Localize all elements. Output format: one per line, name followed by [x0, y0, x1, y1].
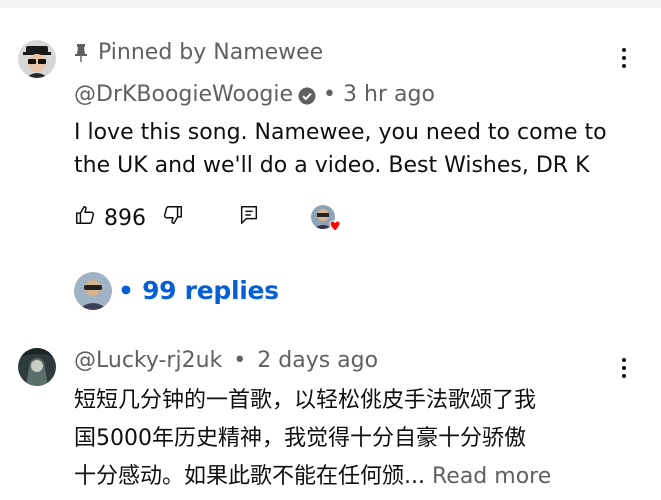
commenter-avatar[interactable]: [18, 348, 56, 386]
like-count: 896: [104, 205, 146, 231]
separator-dot: •: [233, 348, 247, 373]
comment-time: 3 hr ago: [343, 82, 435, 107]
view-replies-button[interactable]: • 99 replies: [118, 276, 279, 305]
comment-author[interactable]: @Lucky-rj2uk: [74, 348, 222, 373]
separator-dot: •: [323, 82, 337, 107]
commenter-avatar[interactable]: [18, 40, 56, 78]
top-divider: [0, 0, 661, 8]
replier-avatar: [74, 272, 112, 310]
creator-heart-icon: [310, 204, 344, 232]
comment-text-line: 国5000年历史精神，我觉得十分自豪十分骄傲: [74, 426, 526, 451]
comment-author-row: @DrKBoogieWoogie • 3 hr ago: [74, 82, 435, 107]
comment-actions: 896: [74, 204, 344, 232]
comment-text-fragment: 十分感动。如果此歌不能在任何颁...: [74, 464, 425, 489]
more-vert-icon[interactable]: [621, 358, 627, 380]
read-more-link[interactable]: Read more: [432, 464, 551, 489]
comment-text-line: I love this song. Namewee, you need to c…: [74, 120, 607, 145]
thumb-down-icon[interactable]: [162, 204, 184, 232]
verified-check-icon: [298, 86, 316, 104]
thumb-up-icon[interactable]: [74, 204, 96, 232]
comment-time: 2 days ago: [257, 348, 379, 373]
comment-text-line: 十分感动。如果此歌不能在任何颁... Read more: [74, 458, 634, 496]
comment-text-line: 短短几分钟的一首歌，以轻松佻皮手法歌颂了我: [74, 388, 537, 413]
comment-author[interactable]: @DrKBoogieWoogie: [74, 82, 293, 107]
comment-author-row: @Lucky-rj2uk • 2 days ago: [74, 348, 378, 373]
pinned-by-text: Pinned by Namewee: [98, 40, 324, 65]
pin-icon: [74, 43, 88, 63]
more-vert-icon[interactable]: [621, 48, 627, 70]
comment-body: 短短几分钟的一首歌，以轻松佻皮手法歌颂了我 国5000年历史精神，我觉得十分自豪…: [74, 382, 634, 496]
reply-comment-icon[interactable]: [238, 204, 260, 232]
comment-text-line: the UK and we'll do a video. Best Wishes…: [74, 153, 590, 178]
comment-body: I love this song. Namewee, you need to c…: [74, 116, 634, 182]
pinned-label: Pinned by Namewee: [74, 40, 323, 65]
